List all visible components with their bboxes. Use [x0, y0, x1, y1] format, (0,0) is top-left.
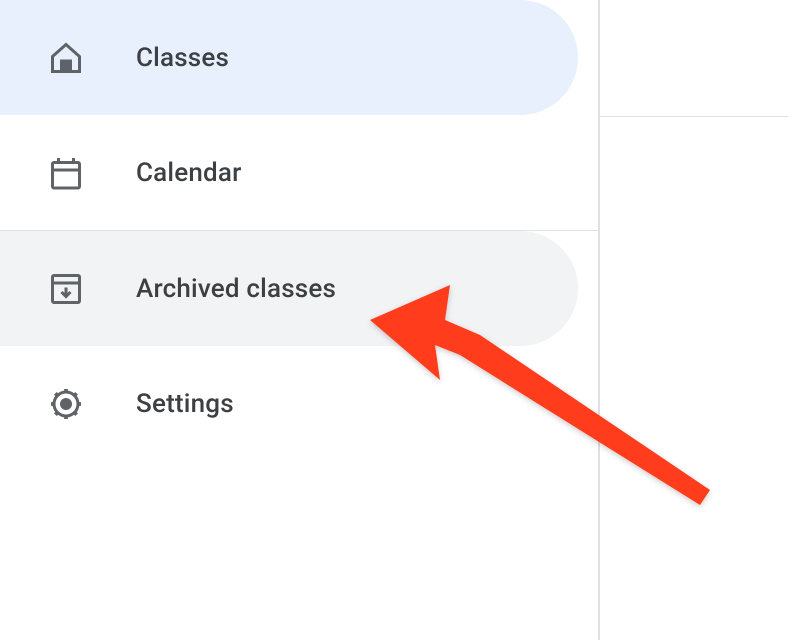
sidebar-item-label: Archived classes	[136, 274, 336, 304]
sidebar-item-classes[interactable]: Classes	[0, 0, 578, 115]
nav-section-secondary: Archived classes Settings	[0, 231, 598, 461]
home-icon	[48, 40, 84, 76]
sidebar-item-calendar[interactable]: Calendar	[0, 115, 578, 230]
content-divider	[600, 116, 788, 117]
nav-section-main: Classes Calendar	[0, 0, 598, 230]
sidebar-item-label: Classes	[136, 43, 229, 73]
settings-icon	[48, 386, 84, 422]
archive-icon	[48, 271, 84, 307]
sidebar-item-label: Settings	[136, 389, 234, 419]
sidebar: Classes Calendar	[0, 0, 600, 640]
sidebar-item-settings[interactable]: Settings	[0, 346, 578, 461]
calendar-icon	[48, 155, 84, 191]
sidebar-item-archived-classes[interactable]: Archived classes	[0, 231, 578, 346]
sidebar-item-label: Calendar	[136, 158, 241, 188]
content-area	[600, 0, 788, 640]
